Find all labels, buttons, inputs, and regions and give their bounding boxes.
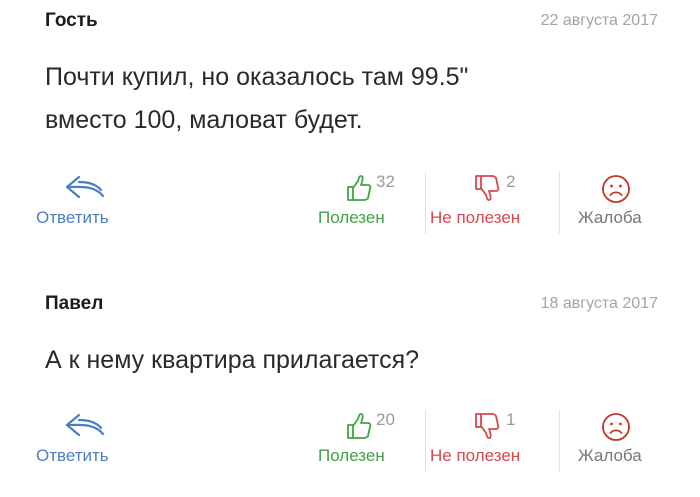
useful-count: 20 (376, 410, 395, 429)
reply-button[interactable]: Ответить (36, 170, 136, 238)
comment-text-line: Почти купил, но оказалось там 99.5" (45, 63, 469, 91)
useful-button[interactable]: 20 Полезен (318, 408, 422, 476)
thumbs-down-icon (475, 175, 500, 201)
reply-arrow-icon (65, 175, 105, 199)
comment-actions: Ответить 20 Полезен 1 Не полезен Жалоба (0, 408, 700, 478)
not-useful-count: 1 (506, 410, 516, 429)
comment-date: 18 августа 2017 (540, 295, 658, 312)
comment-text-line: вместо 100, маловат будет. (45, 106, 363, 134)
reply-arrow-icon (65, 413, 105, 437)
reply-label: Ответить (36, 446, 109, 465)
comment-item: Павел 18 августа 2017 А к нему квартира … (0, 283, 700, 497)
useful-button[interactable]: 32 Полезен (318, 170, 422, 238)
divider (425, 410, 426, 472)
useful-count: 32 (376, 172, 395, 191)
divider (559, 172, 560, 234)
not-useful-button[interactable]: 2 Не полезен (430, 170, 556, 238)
comment-actions: Ответить 32 Полезен 2 Не полезен Жалоба (0, 170, 700, 240)
complaint-label: Жалоба (578, 208, 642, 227)
not-useful-label: Не полезен (430, 208, 521, 227)
sad-face-icon (602, 413, 630, 441)
comment-text: Почти купил, но оказалось там 99.5" вмес… (45, 56, 605, 142)
not-useful-count: 2 (506, 172, 516, 191)
reply-label: Ответить (36, 208, 109, 227)
thumbs-down-icon (475, 413, 500, 439)
comment-author: Павел (45, 293, 104, 314)
thumbs-up-icon (347, 413, 372, 439)
sad-face-icon (602, 175, 630, 203)
useful-label: Полезен (318, 446, 385, 465)
not-useful-label: Не полезен (430, 446, 521, 465)
comment-date: 22 августа 2017 (540, 12, 658, 29)
comment-item: Гость 22 августа 2017 Почти купил, но ок… (0, 0, 700, 245)
useful-label: Полезен (318, 208, 385, 227)
complaint-label: Жалоба (578, 446, 642, 465)
complaint-button[interactable]: Жалоба (574, 408, 664, 476)
thumbs-up-icon (347, 175, 372, 201)
not-useful-button[interactable]: 1 Не полезен (430, 408, 556, 476)
divider (559, 410, 560, 472)
comment-author: Гость (45, 10, 98, 31)
divider (425, 172, 426, 234)
comment-text: А к нему квартира прилагается? (45, 339, 605, 382)
reply-button[interactable]: Ответить (36, 408, 136, 476)
comment-text-line: А к нему квартира прилагается? (45, 346, 420, 374)
complaint-button[interactable]: Жалоба (574, 170, 664, 238)
